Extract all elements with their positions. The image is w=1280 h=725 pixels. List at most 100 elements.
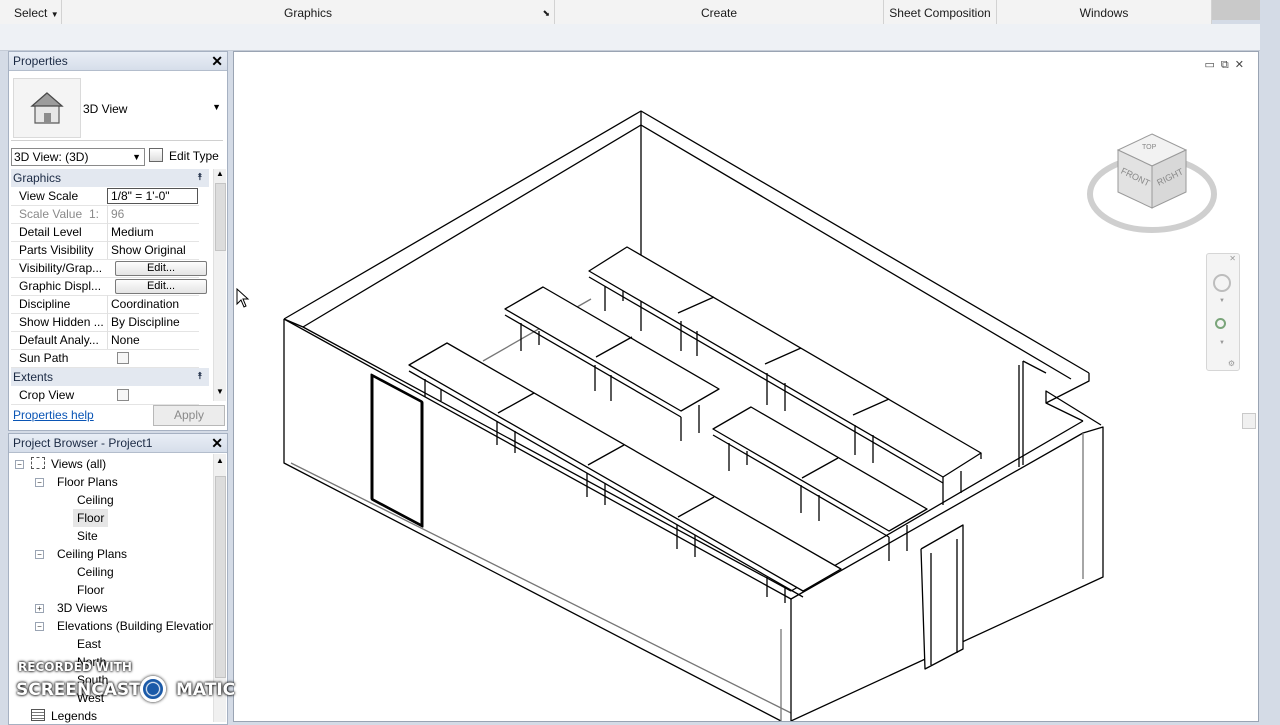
type-name: 3D View bbox=[83, 102, 128, 116]
ribbon-panel-sheet-composition[interactable]: Sheet Composition bbox=[884, 0, 997, 24]
scroll-up-icon[interactable]: ▲ bbox=[216, 456, 224, 465]
panel-launcher-icon[interactable]: ⬊ bbox=[542, 0, 550, 26]
tree-item-floor-2[interactable]: Floor bbox=[77, 581, 104, 599]
prop-key: Sun Path bbox=[19, 351, 69, 365]
apply-button[interactable]: Apply bbox=[153, 405, 225, 426]
tree-label: Views (all) bbox=[51, 457, 107, 471]
group-graphics[interactable]: Graphics ⯭ bbox=[11, 169, 209, 187]
prop-row-scale-value: Scale Value 1: 96 bbox=[11, 205, 199, 224]
browser-title-text: Project Browser - Project1 bbox=[13, 436, 153, 450]
tree-item-legends[interactable]: Legends bbox=[31, 707, 97, 724]
collapse-toggle-icon[interactable]: − bbox=[35, 550, 44, 559]
chevron-down-icon[interactable]: ▼ bbox=[1219, 298, 1225, 304]
table-row-front bbox=[408, 342, 842, 603]
prop-key: Discipline bbox=[19, 297, 71, 311]
viewcube-top-label[interactable]: TOP bbox=[1142, 144, 1156, 151]
select-label: Select bbox=[14, 6, 48, 20]
view-instance-label: 3D View: (3D) bbox=[14, 150, 89, 164]
ribbon-panel-sheet-label: Sheet Composition bbox=[889, 6, 991, 20]
tree-item-ceiling-plans[interactable]: Ceiling Plans bbox=[57, 545, 127, 563]
properties-title-text: Properties bbox=[13, 54, 68, 68]
expand-toggle-icon[interactable]: + bbox=[35, 604, 44, 613]
collapse-icon[interactable]: ⯭ bbox=[197, 169, 203, 187]
prop-row-view-scale[interactable]: View Scale 1/8" = 1'-0" bbox=[11, 187, 199, 206]
scroll-thumb[interactable] bbox=[215, 183, 226, 251]
views-icon bbox=[31, 457, 45, 469]
properties-panel: Properties ✕ 3D View ▼ 3D View: (3D) ▼ E… bbox=[8, 51, 228, 431]
prop-row-parts-visibility[interactable]: Parts Visibility Show Original bbox=[11, 241, 199, 260]
prop-key: Crop View bbox=[19, 388, 75, 402]
properties-scrollbar[interactable]: ▲ ▼ bbox=[213, 169, 226, 401]
vertical-scrollbar-thumb[interactable] bbox=[1242, 413, 1256, 429]
prop-value: None bbox=[107, 331, 203, 349]
tree-item-elevations[interactable]: Elevations (Building Elevation bbox=[57, 617, 215, 635]
scroll-down-icon[interactable]: ▼ bbox=[216, 387, 224, 396]
chevron-down-icon[interactable]: ▼ bbox=[212, 102, 221, 112]
mouse-cursor-icon bbox=[236, 288, 250, 308]
prop-row-show-hidden[interactable]: Show Hidden ... By Discipline bbox=[11, 313, 199, 332]
prop-row-visibility-graphics: Visibility/Grap... Edit... bbox=[11, 259, 207, 278]
prop-key: Detail Level bbox=[19, 225, 82, 239]
prop-value-text: 1/8" = 1'-0" bbox=[111, 189, 170, 203]
ribbon-panel-create[interactable]: Create bbox=[555, 0, 884, 24]
prop-value-input[interactable]: 1/8" = 1'-0" bbox=[107, 188, 198, 204]
tree-item-views-all[interactable]: Views (all) bbox=[31, 455, 106, 473]
close-icon[interactable]: ✕ bbox=[211, 435, 223, 451]
steering-wheel-icon[interactable] bbox=[1213, 274, 1231, 292]
close-icon[interactable]: ✕ bbox=[1229, 254, 1236, 263]
watermark-line1: RECORDED WITH bbox=[18, 660, 132, 674]
watermark-logo-icon bbox=[140, 676, 166, 702]
collapse-icon[interactable]: ⯭ bbox=[197, 368, 203, 386]
properties-help-link[interactable]: Properties help bbox=[13, 408, 94, 422]
group-extents[interactable]: Extents ⯭ bbox=[11, 368, 209, 386]
watermark-line3: MATIC bbox=[176, 680, 236, 700]
navigation-bar: ✕ ▼ ▼ ⚙ bbox=[1206, 253, 1240, 371]
prop-row-default-analysis[interactable]: Default Analy... None bbox=[11, 331, 199, 350]
prop-key: Visibility/Grap... bbox=[19, 261, 103, 275]
prop-row-graphic-display: Graphic Displ... Edit... bbox=[11, 277, 207, 296]
zoom-icon[interactable] bbox=[1215, 318, 1226, 329]
chevron-down-icon[interactable]: ▼ bbox=[1219, 340, 1225, 346]
sun-path-checkbox[interactable] bbox=[117, 352, 129, 364]
tree-item-3d-views[interactable]: 3D Views bbox=[57, 599, 107, 617]
options-icon[interactable]: ⚙ bbox=[1228, 359, 1235, 368]
edit-button[interactable]: Edit... bbox=[115, 261, 207, 276]
ribbon-panel-create-label: Create bbox=[700, 6, 738, 20]
type-selector[interactable]: 3D View ▼ bbox=[11, 74, 223, 141]
tree-item-ceiling[interactable]: Ceiling bbox=[77, 491, 114, 509]
ribbon: Select ▼ Graphics ⬊ Create Sheet Composi… bbox=[0, 0, 1212, 25]
prop-key: View Scale bbox=[19, 189, 79, 203]
prop-value: 96 bbox=[107, 205, 203, 223]
prop-row-discipline[interactable]: Discipline Coordination bbox=[11, 295, 199, 314]
prop-row-detail-level[interactable]: Detail Level Medium bbox=[11, 223, 199, 242]
tree-item-site[interactable]: Site bbox=[77, 527, 98, 545]
tree-item-floor-selected[interactable]: Floor bbox=[73, 509, 109, 527]
3d-view-canvas[interactable]: ▭⧉✕ TOP FRONT RIGHT ✕ ▼ ▼ ⚙ bbox=[233, 51, 1259, 722]
select-dropdown[interactable]: Select ▼ bbox=[0, 0, 62, 24]
view-instance-select[interactable]: 3D View: (3D) ▼ bbox=[11, 148, 145, 166]
scroll-thumb[interactable] bbox=[215, 476, 226, 678]
chevron-down-icon: ▼ bbox=[132, 152, 141, 162]
ribbon-panel-windows-label: Windows bbox=[1079, 6, 1129, 20]
scroll-up-icon[interactable]: ▲ bbox=[216, 169, 224, 178]
tree-item-floor-plans[interactable]: Floor Plans bbox=[57, 473, 118, 491]
prop-key: Graphic Displ... bbox=[19, 279, 102, 293]
tree-item-ceiling-2[interactable]: Ceiling bbox=[77, 563, 114, 581]
edit-button[interactable]: Edit... bbox=[115, 279, 207, 294]
collapse-toggle-icon[interactable]: − bbox=[35, 478, 44, 487]
ribbon-edge bbox=[1212, 0, 1260, 20]
close-icon[interactable]: ✕ bbox=[211, 53, 223, 69]
legends-icon bbox=[31, 709, 45, 721]
crop-view-checkbox[interactable] bbox=[117, 389, 129, 401]
collapse-toggle-icon[interactable]: − bbox=[15, 460, 24, 469]
house-icon bbox=[13, 78, 81, 138]
prop-value: Medium bbox=[107, 223, 203, 241]
tree-item-east[interactable]: East bbox=[77, 635, 101, 653]
ribbon-panel-graphics[interactable]: Graphics ⬊ bbox=[62, 0, 555, 24]
viewcube[interactable]: TOP FRONT RIGHT bbox=[1086, 132, 1218, 242]
prop-value: Coordination bbox=[107, 295, 203, 313]
edit-type-button[interactable]: Edit Type bbox=[149, 147, 225, 165]
collapse-toggle-icon[interactable]: − bbox=[35, 622, 44, 631]
ribbon-panel-windows[interactable]: Windows bbox=[997, 0, 1212, 24]
properties-title: Properties ✕ bbox=[9, 52, 227, 71]
